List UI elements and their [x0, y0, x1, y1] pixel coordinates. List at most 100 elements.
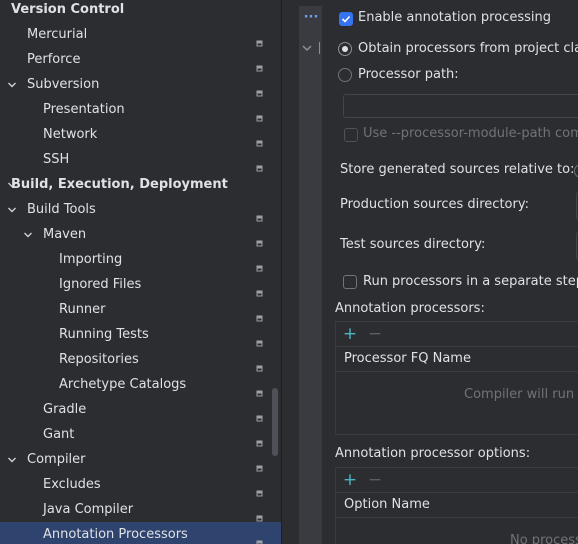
tree-item[interactable]: Annotation Processors — [0, 522, 281, 544]
tree-item[interactable]: Excludes — [0, 472, 281, 497]
remove-processor-button[interactable]: − — [367, 326, 383, 343]
tree-item-label: Archetype Catalogs — [59, 377, 187, 392]
module-path-checkbox[interactable] — [344, 128, 358, 142]
tree-item[interactable]: Network — [0, 122, 281, 147]
more-options-button[interactable]: ··· — [302, 10, 320, 28]
project-level-icon — [256, 131, 263, 147]
tree-item[interactable]: Gradle — [0, 397, 281, 422]
tree-item-label: Subversion — [27, 77, 100, 92]
options-table: + − Option Name No process — [335, 467, 578, 544]
chevron-down-icon[interactable] — [5, 72, 19, 97]
tree-item-label: Build, Execution, Deployment — [11, 177, 228, 192]
tree-item-label: Ignored Files — [59, 277, 142, 292]
strip-marker — [319, 42, 320, 54]
test-dir-label: Test sources directory: — [340, 237, 486, 252]
chevron-down-icon[interactable] — [21, 222, 35, 247]
tree-item[interactable]: Version Control — [0, 0, 281, 22]
tree-item-label: Runner — [59, 302, 106, 317]
project-level-icon — [256, 31, 263, 47]
tree-item[interactable]: Mercurial — [0, 22, 281, 47]
settings-tree: Version Control Mercurial Perforce Subversi… — [0, 0, 281, 544]
processors-table: + − Processor FQ Name Compiler will run … — [335, 321, 578, 435]
chevron-down-icon[interactable] — [5, 447, 19, 472]
project-level-icon — [256, 531, 263, 544]
tree-item-label: Gradle — [43, 402, 87, 417]
processors-table-toolbar: + − — [336, 322, 578, 347]
tree-item[interactable]: Perforce — [0, 47, 281, 72]
tree-item[interactable]: Repositories — [0, 347, 281, 372]
collapsed-panel — [299, 6, 322, 544]
project-level-icon — [256, 56, 263, 72]
chevron-down-icon[interactable] — [301, 42, 313, 54]
tree-item-label: Java Compiler — [43, 502, 134, 517]
tree-item[interactable]: Java Compiler — [0, 497, 281, 522]
processor-path-label: Processor path: — [358, 67, 459, 82]
radio-dot — [342, 46, 348, 52]
processor-path-input[interactable] — [343, 94, 578, 118]
tree-item-label: Annotation Processors — [43, 527, 188, 542]
annotation-processors-panel: Enable annotation processing Obtain proc… — [328, 0, 578, 544]
project-level-icon — [256, 281, 263, 297]
processors-column-header[interactable]: Processor FQ Name — [336, 347, 578, 372]
tree-item-label: Maven — [43, 227, 87, 242]
tree-item[interactable]: Maven — [0, 222, 281, 247]
project-level-icon — [256, 256, 263, 272]
project-level-icon — [256, 406, 263, 422]
store-relative-option-radio[interactable] — [574, 164, 578, 178]
project-level-icon — [256, 481, 263, 497]
tree-item-label: Importing — [59, 252, 123, 267]
tree-item-label: Build Tools — [27, 202, 96, 217]
tree-item[interactable]: Build, Execution, Deployment — [0, 172, 281, 197]
tree-item-label: Running Tests — [59, 327, 149, 342]
tree-item[interactable]: Build Tools — [0, 197, 281, 222]
tree-item[interactable]: Runner — [0, 297, 281, 322]
tree-item-label: Version Control — [11, 2, 125, 17]
enable-processing-checkbox[interactable] — [339, 12, 353, 26]
obtain-classpath-radio[interactable] — [338, 42, 352, 56]
tree-item[interactable]: Importing — [0, 247, 281, 272]
project-level-icon — [256, 156, 263, 172]
project-level-icon — [256, 356, 263, 372]
project-level-icon — [256, 431, 263, 447]
processor-path-radio[interactable] — [338, 68, 352, 82]
tree-item-label: Repositories — [59, 352, 139, 367]
remove-option-button[interactable]: − — [367, 472, 383, 489]
tree-item[interactable]: Ignored Files — [0, 272, 281, 297]
enable-processing-label: Enable annotation processing — [358, 10, 551, 25]
options-table-toolbar: + − — [336, 468, 578, 493]
tree-item[interactable]: Running Tests — [0, 322, 281, 347]
add-option-button[interactable]: + — [342, 472, 358, 489]
tree-scrollbar[interactable] — [272, 388, 278, 456]
options-column-header[interactable]: Option Name — [336, 493, 578, 518]
project-level-icon — [256, 331, 263, 347]
module-path-label: Use --processor-module-path com — [363, 126, 578, 141]
project-level-icon — [256, 81, 263, 97]
tree-item-label: Excludes — [43, 477, 101, 492]
chevron-down-icon[interactable] — [5, 197, 19, 222]
tree-item[interactable]: Compiler — [0, 447, 281, 472]
check-icon — [341, 15, 351, 23]
store-relative-label: Store generated sources relative to: — [340, 162, 575, 177]
tree-item[interactable]: Presentation — [0, 97, 281, 122]
processors-table-title: Annotation processors: — [335, 301, 485, 316]
obtain-classpath-label: Obtain processors from project clas — [358, 41, 578, 56]
project-level-icon — [256, 106, 263, 122]
tree-item[interactable]: Archetype Catalogs — [0, 372, 281, 397]
production-dir-label: Production sources directory: — [340, 197, 529, 212]
tree-item[interactable]: SSH — [0, 147, 281, 172]
tree-item[interactable]: Subversion — [0, 72, 281, 97]
processors-empty-text: Compiler will run a — [464, 387, 578, 402]
project-level-icon — [256, 306, 263, 322]
add-processor-button[interactable]: + — [342, 326, 358, 343]
options-empty-text: No process — [510, 533, 578, 544]
tree-item[interactable]: Gant — [0, 422, 281, 447]
separate-step-label: Run processors in a separate step — [363, 274, 578, 289]
project-level-icon — [256, 456, 263, 472]
tree-item-label: Gant — [43, 427, 75, 442]
separate-step-checkbox[interactable] — [343, 275, 357, 289]
settings-window: Version Control Mercurial Perforce Subversi… — [0, 0, 578, 544]
tree-item-label: Presentation — [43, 102, 125, 117]
tree-item-label: Network — [43, 127, 98, 142]
project-level-icon — [256, 206, 263, 222]
project-level-icon — [256, 506, 263, 522]
